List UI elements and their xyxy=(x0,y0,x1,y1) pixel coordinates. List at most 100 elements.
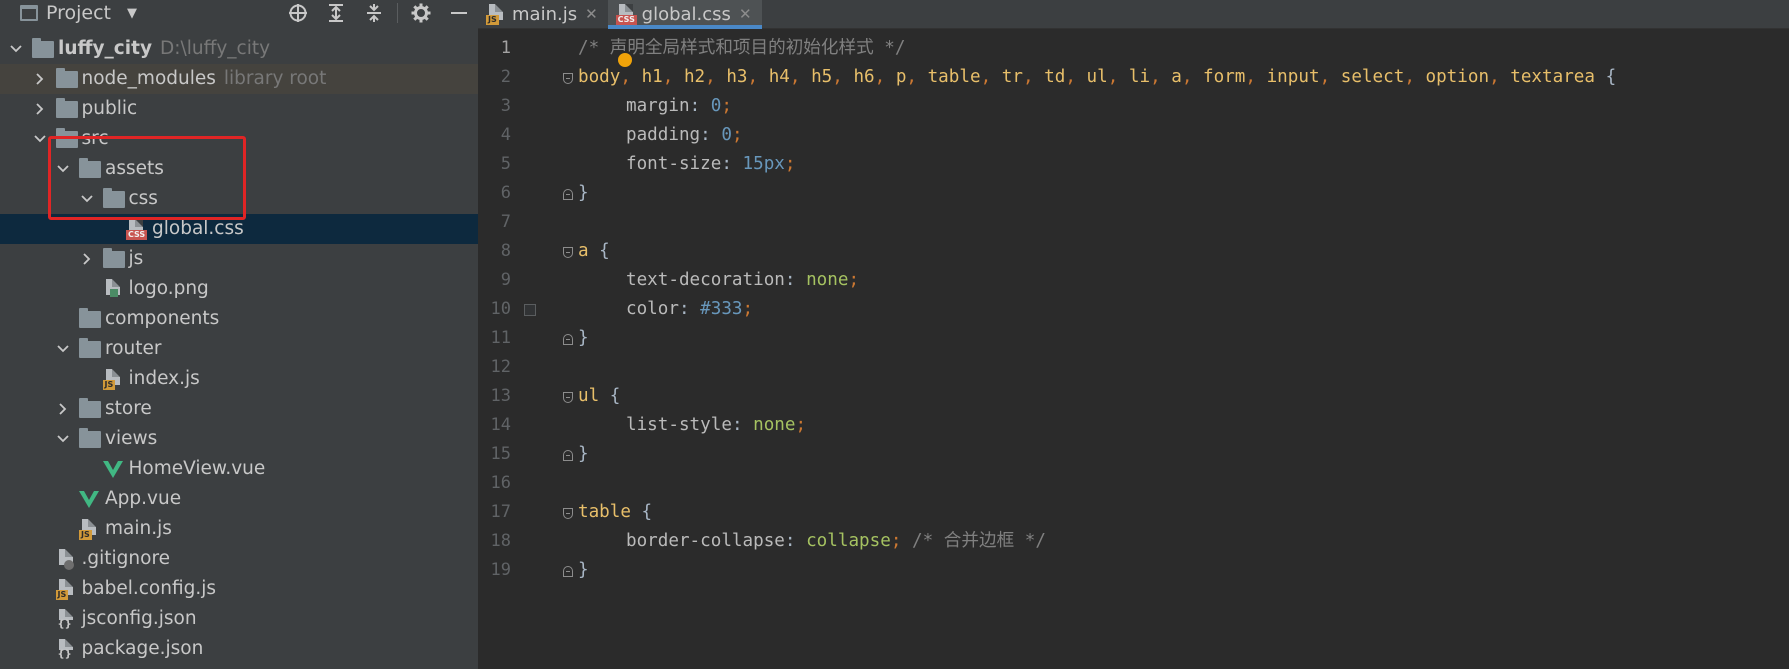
project-tool-window: Project ▼ luffy_city D:\luffy_city node_mo… xyxy=(0,0,478,669)
minimize-icon[interactable] xyxy=(440,0,478,26)
chevron-down-icon[interactable] xyxy=(8,34,24,64)
code-line[interactable]: } xyxy=(578,324,1789,353)
tree-item[interactable]: JS index.js xyxy=(0,364,478,394)
code-line[interactable] xyxy=(578,208,1789,237)
code-token: : xyxy=(721,154,743,174)
chevron-down-icon[interactable] xyxy=(55,334,71,364)
intention-bulb-icon[interactable] xyxy=(618,53,632,67)
tree-item[interactable]: {} package.json xyxy=(0,634,478,664)
project-window-icon xyxy=(20,5,38,21)
code-line[interactable] xyxy=(578,469,1789,498)
code-token: ; xyxy=(731,125,743,145)
chevron-down-icon[interactable] xyxy=(32,124,48,154)
folder-icon xyxy=(79,398,101,418)
chevron-right-icon[interactable] xyxy=(32,64,48,94)
tree-item[interactable]: JS main.js xyxy=(0,514,478,544)
collapse-all-icon[interactable] xyxy=(355,0,393,26)
png-file-icon xyxy=(103,279,121,300)
fold-marker-icon[interactable] xyxy=(563,334,573,345)
code-token: collapse xyxy=(806,531,891,551)
code-line[interactable]: /* 声明全局样式和项目的初始化样式 */ xyxy=(578,34,1789,63)
gear-icon[interactable] xyxy=(402,0,440,26)
tree-item[interactable]: App.vue xyxy=(0,484,478,514)
code-token: body xyxy=(578,67,621,87)
code-line[interactable]: text-decoration: none; xyxy=(578,266,1789,295)
tree-item[interactable]: router xyxy=(0,334,478,364)
code-token: , xyxy=(832,67,854,87)
code-token: , xyxy=(620,67,642,87)
code-token: : xyxy=(784,270,807,290)
code-token: , xyxy=(747,67,769,87)
code-line[interactable]: font-size: 15px; xyxy=(578,150,1789,179)
code-line[interactable] xyxy=(578,353,1789,382)
tree-item[interactable]: components xyxy=(0,304,478,334)
tree-item[interactable]: {} jsconfig.json xyxy=(0,604,478,634)
tree-item[interactable]: luffy_city D:\luffy_city xyxy=(0,34,478,64)
tree-item[interactable]: public xyxy=(0,94,478,124)
fold-marker-icon[interactable] xyxy=(563,392,573,403)
code-line[interactable]: padding: 0; xyxy=(578,121,1789,150)
code-line[interactable]: margin: 0; xyxy=(578,92,1789,121)
code-line[interactable]: body, h1, h2, h3, h4, h5, h6, p, table, … xyxy=(578,63,1789,92)
line-number: 13 xyxy=(490,386,511,406)
tree-item-label: index.js xyxy=(128,368,200,389)
tree-item[interactable]: .gitignore xyxy=(0,544,478,574)
tree-item[interactable]: node_modules library root xyxy=(0,64,478,94)
tree-item-label: jsconfig.json xyxy=(81,608,197,629)
code-token: , xyxy=(1107,67,1129,87)
tree-item-label: babel.config.js xyxy=(81,578,217,599)
tree-item-label: node_modules library root xyxy=(81,68,327,89)
chevron-right-icon[interactable] xyxy=(55,394,71,424)
code-token: border-collapse xyxy=(626,531,785,551)
tree-item[interactable]: HomeView.vue xyxy=(0,454,478,484)
tree-item-label: store xyxy=(105,398,152,419)
code-token: , xyxy=(1150,67,1172,87)
locate-file-icon[interactable] xyxy=(279,0,317,26)
chevron-right-icon[interactable] xyxy=(79,244,95,274)
code-token: ; xyxy=(784,154,796,174)
code-line[interactable]: border-collapse: collapse; /* 合并边框 */ xyxy=(578,527,1789,556)
code-line[interactable]: a { xyxy=(578,237,1789,266)
expand-all-icon[interactable] xyxy=(317,0,355,26)
code-token: ; xyxy=(848,270,860,290)
code-token: ; xyxy=(890,531,913,551)
fold-marker-icon[interactable] xyxy=(563,189,573,200)
code-token: , xyxy=(1022,67,1045,87)
code-line[interactable]: } xyxy=(578,440,1789,469)
tree-item[interactable]: logo.png xyxy=(0,274,478,304)
tree-item[interactable]: JS babel.config.js xyxy=(0,574,478,604)
code-line[interactable]: color: #333; xyxy=(578,295,1789,324)
line-number: 9 xyxy=(500,270,511,290)
code-line[interactable]: table { xyxy=(578,498,1789,527)
fold-marker-icon[interactable] xyxy=(563,566,573,577)
chevron-right-icon[interactable] xyxy=(32,94,48,124)
code-token: } xyxy=(578,183,589,203)
close-icon[interactable]: ✕ xyxy=(585,5,598,23)
tree-item-label: App.vue xyxy=(105,488,182,509)
code-token: h3 xyxy=(726,67,748,87)
code-line[interactable]: } xyxy=(578,556,1789,585)
highlight-annotation-box xyxy=(48,136,246,220)
tree-item[interactable]: views xyxy=(0,424,478,454)
fold-marker-icon[interactable] xyxy=(563,450,573,461)
code-content[interactable]: /* 声明全局样式和项目的初始化样式 */body, h1, h2, h3, h… xyxy=(578,34,1789,669)
fold-marker-icon[interactable] xyxy=(563,508,573,519)
tab-global-css[interactable]: CSS global.css ✕ xyxy=(607,0,762,29)
code-token: , xyxy=(1181,67,1204,87)
chevron-down-icon[interactable] xyxy=(55,424,71,454)
code-token: : xyxy=(731,415,754,435)
tree-item[interactable]: js xyxy=(0,244,478,274)
code-line[interactable]: ul { xyxy=(578,382,1789,411)
project-title[interactable]: Project xyxy=(46,2,111,24)
code-token: , xyxy=(1404,67,1426,87)
tree-item[interactable]: store xyxy=(0,394,478,424)
fold-marker-icon[interactable] xyxy=(563,73,573,84)
chevron-down-icon[interactable]: ▼ xyxy=(127,6,137,21)
fold-marker-icon[interactable] xyxy=(563,247,573,258)
line-number: 18 xyxy=(490,531,511,551)
tab-main-js[interactable]: JS main.js ✕ xyxy=(478,0,608,28)
code-line[interactable]: } xyxy=(578,179,1789,208)
code-line[interactable]: list-style: none; xyxy=(578,411,1789,440)
close-icon[interactable]: ✕ xyxy=(739,5,752,23)
code-token: input xyxy=(1266,67,1320,87)
